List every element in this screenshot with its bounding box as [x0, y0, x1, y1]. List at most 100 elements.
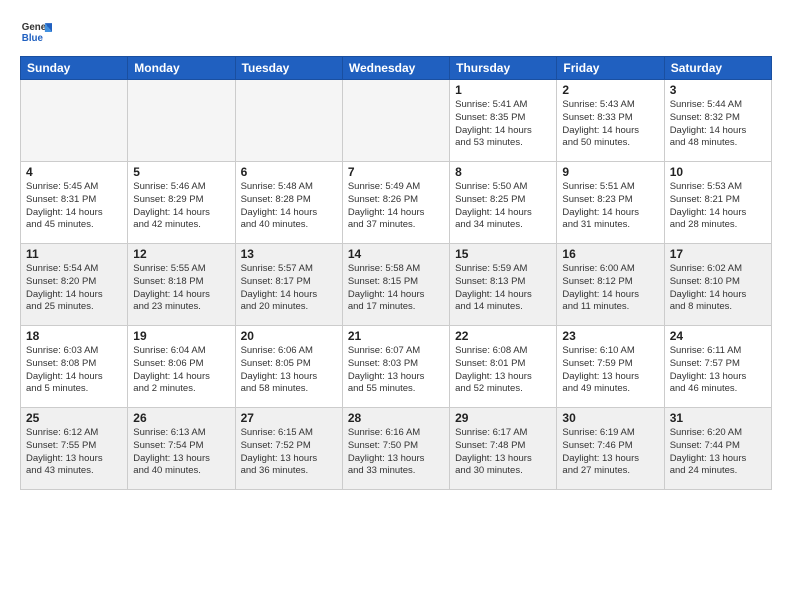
calendar-week-row: 11 Sunrise: 5:54 AMSunset: 8:20 PMDayligh… — [21, 244, 772, 326]
day-info: Sunrise: 5:48 AMSunset: 8:28 PMDaylight:… — [241, 181, 337, 232]
calendar-cell — [235, 80, 342, 162]
calendar-cell: 19Sunrise: 6:04 AMSunset: 8:06 PMDayligh… — [128, 326, 235, 408]
day-number: 30 — [562, 411, 658, 425]
calendar-cell: 27 Sunrise: 6:15 AMSunset: 7:52 PMDayligh… — [235, 408, 342, 490]
day-number: 12 — [133, 247, 229, 261]
day-number: 1 — [455, 83, 551, 97]
day-number: 9 — [562, 165, 658, 179]
day-number: 6 — [241, 165, 337, 179]
day-number: 28 — [348, 411, 444, 425]
weekday-header-friday: Friday — [557, 57, 664, 80]
day-number: 20 — [241, 329, 337, 343]
page: General Blue SundayMondayTuesdayWednesda… — [0, 0, 792, 612]
calendar-cell: 16 Sunrise: 6:00 AMSunset: 8:12 PMDayligh… — [557, 244, 664, 326]
weekday-header-monday: Monday — [128, 57, 235, 80]
day-info: Sunrise: 5:58 AMSunset: 8:15 PMDaylight:… — [348, 263, 444, 314]
day-info: Sunrise: 6:19 AMSunset: 7:46 PMDaylight:… — [562, 427, 658, 478]
calendar-cell: 17 Sunrise: 6:02 AMSunset: 8:10 PMDayligh… — [664, 244, 771, 326]
day-number: 8 — [455, 165, 551, 179]
day-info: Sunrise: 6:15 AMSunset: 7:52 PMDaylight:… — [241, 427, 337, 478]
calendar-cell: 7Sunrise: 5:49 AMSunset: 8:26 PMDaylight… — [342, 162, 449, 244]
day-info: Sunrise: 6:13 AMSunset: 7:54 PMDaylight:… — [133, 427, 229, 478]
svg-text:Blue: Blue — [22, 33, 44, 44]
calendar-cell — [342, 80, 449, 162]
day-info: Sunrise: 5:44 AMSunset: 8:32 PMDaylight:… — [670, 99, 766, 150]
day-number: 25 — [26, 411, 122, 425]
day-info: Sunrise: 6:07 AMSunset: 8:03 PMDaylight:… — [348, 345, 444, 396]
calendar-cell: 14Sunrise: 5:58 AMSunset: 8:15 PMDayligh… — [342, 244, 449, 326]
day-number: 13 — [241, 247, 337, 261]
calendar-cell: 23 Sunrise: 6:10 AMSunset: 7:59 PMDayligh… — [557, 326, 664, 408]
day-number: 15 — [455, 247, 551, 261]
calendar-cell: 8 Sunrise: 5:50 AMSunset: 8:25 PMDaylight… — [450, 162, 557, 244]
logo: General Blue — [20, 16, 52, 48]
day-number: 29 — [455, 411, 551, 425]
day-info: Sunrise: 5:57 AMSunset: 8:17 PMDaylight:… — [241, 263, 337, 314]
weekday-header-saturday: Saturday — [664, 57, 771, 80]
day-info: Sunrise: 6:08 AMSunset: 8:01 PMDaylight:… — [455, 345, 551, 396]
day-number: 18 — [26, 329, 122, 343]
day-info: Sunrise: 6:16 AMSunset: 7:50 PMDaylight:… — [348, 427, 444, 478]
calendar-cell: 11 Sunrise: 5:54 AMSunset: 8:20 PMDayligh… — [21, 244, 128, 326]
day-info: Sunrise: 5:59 AMSunset: 8:13 PMDaylight:… — [455, 263, 551, 314]
day-number: 10 — [670, 165, 766, 179]
weekday-header-wednesday: Wednesday — [342, 57, 449, 80]
calendar-cell: 22 Sunrise: 6:08 AMSunset: 8:01 PMDayligh… — [450, 326, 557, 408]
day-info: Sunrise: 5:45 AMSunset: 8:31 PMDaylight:… — [26, 181, 122, 232]
day-number: 5 — [133, 165, 229, 179]
calendar-cell: 9 Sunrise: 5:51 AMSunset: 8:23 PMDaylight… — [557, 162, 664, 244]
weekday-header-thursday: Thursday — [450, 57, 557, 80]
day-number: 2 — [562, 83, 658, 97]
day-number: 4 — [26, 165, 122, 179]
day-info: Sunrise: 6:17 AMSunset: 7:48 PMDaylight:… — [455, 427, 551, 478]
calendar-cell: 1 Sunrise: 5:41 AMSunset: 8:35 PMDaylight… — [450, 80, 557, 162]
calendar-cell: 12Sunrise: 5:55 AMSunset: 8:18 PMDayligh… — [128, 244, 235, 326]
calendar-cell: 3 Sunrise: 5:44 AMSunset: 8:32 PMDaylight… — [664, 80, 771, 162]
day-info: Sunrise: 5:54 AMSunset: 8:20 PMDaylight:… — [26, 263, 122, 314]
day-number: 3 — [670, 83, 766, 97]
day-info: Sunrise: 6:20 AMSunset: 7:44 PMDaylight:… — [670, 427, 766, 478]
calendar-cell: 5Sunrise: 5:46 AMSunset: 8:29 PMDaylight… — [128, 162, 235, 244]
calendar-cell: 21 Sunrise: 6:07 AMSunset: 8:03 PMDayligh… — [342, 326, 449, 408]
day-info: Sunrise: 6:02 AMSunset: 8:10 PMDaylight:… — [670, 263, 766, 314]
day-number: 22 — [455, 329, 551, 343]
day-number: 23 — [562, 329, 658, 343]
weekday-header-sunday: Sunday — [21, 57, 128, 80]
calendar-week-row: 18Sunrise: 6:03 AMSunset: 8:08 PMDayligh… — [21, 326, 772, 408]
calendar-header-row: SundayMondayTuesdayWednesdayThursdayFrid… — [21, 57, 772, 80]
calendar-week-row: 4 Sunrise: 5:45 AMSunset: 8:31 PMDaylight… — [21, 162, 772, 244]
day-number: 7 — [348, 165, 444, 179]
day-number: 17 — [670, 247, 766, 261]
day-info: Sunrise: 6:04 AMSunset: 8:06 PMDaylight:… — [133, 345, 229, 396]
calendar-cell: 13 Sunrise: 5:57 AMSunset: 8:17 PMDayligh… — [235, 244, 342, 326]
day-number: 27 — [241, 411, 337, 425]
day-number: 11 — [26, 247, 122, 261]
calendar-cell: 4 Sunrise: 5:45 AMSunset: 8:31 PMDaylight… — [21, 162, 128, 244]
day-number: 31 — [670, 411, 766, 425]
day-info: Sunrise: 6:06 AMSunset: 8:05 PMDaylight:… — [241, 345, 337, 396]
day-info: Sunrise: 5:41 AMSunset: 8:35 PMDaylight:… — [455, 99, 551, 150]
calendar-week-row: 1 Sunrise: 5:41 AMSunset: 8:35 PMDaylight… — [21, 80, 772, 162]
day-info: Sunrise: 5:51 AMSunset: 8:23 PMDaylight:… — [562, 181, 658, 232]
day-info: Sunrise: 6:00 AMSunset: 8:12 PMDaylight:… — [562, 263, 658, 314]
day-number: 21 — [348, 329, 444, 343]
day-info: Sunrise: 6:10 AMSunset: 7:59 PMDaylight:… — [562, 345, 658, 396]
calendar-cell: 29 Sunrise: 6:17 AMSunset: 7:48 PMDayligh… — [450, 408, 557, 490]
day-info: Sunrise: 5:43 AMSunset: 8:33 PMDaylight:… — [562, 99, 658, 150]
day-info: Sunrise: 5:50 AMSunset: 8:25 PMDaylight:… — [455, 181, 551, 232]
calendar-week-row: 25 Sunrise: 6:12 AMSunset: 7:55 PMDayligh… — [21, 408, 772, 490]
day-info: Sunrise: 6:11 AMSunset: 7:57 PMDaylight:… — [670, 345, 766, 396]
calendar-cell — [21, 80, 128, 162]
logo-icon: General Blue — [20, 16, 52, 48]
day-number: 24 — [670, 329, 766, 343]
weekday-header-tuesday: Tuesday — [235, 57, 342, 80]
calendar-cell: 15 Sunrise: 5:59 AMSunset: 8:13 PMDayligh… — [450, 244, 557, 326]
calendar-cell: 28 Sunrise: 6:16 AMSunset: 7:50 PMDayligh… — [342, 408, 449, 490]
calendar-cell: 26 Sunrise: 6:13 AMSunset: 7:54 PMDayligh… — [128, 408, 235, 490]
calendar-cell: 6 Sunrise: 5:48 AMSunset: 8:28 PMDaylight… — [235, 162, 342, 244]
calendar-cell: 10Sunrise: 5:53 AMSunset: 8:21 PMDayligh… — [664, 162, 771, 244]
day-number: 26 — [133, 411, 229, 425]
day-info: Sunrise: 6:12 AMSunset: 7:55 PMDaylight:… — [26, 427, 122, 478]
calendar-cell: 31 Sunrise: 6:20 AMSunset: 7:44 PMDayligh… — [664, 408, 771, 490]
day-number: 16 — [562, 247, 658, 261]
